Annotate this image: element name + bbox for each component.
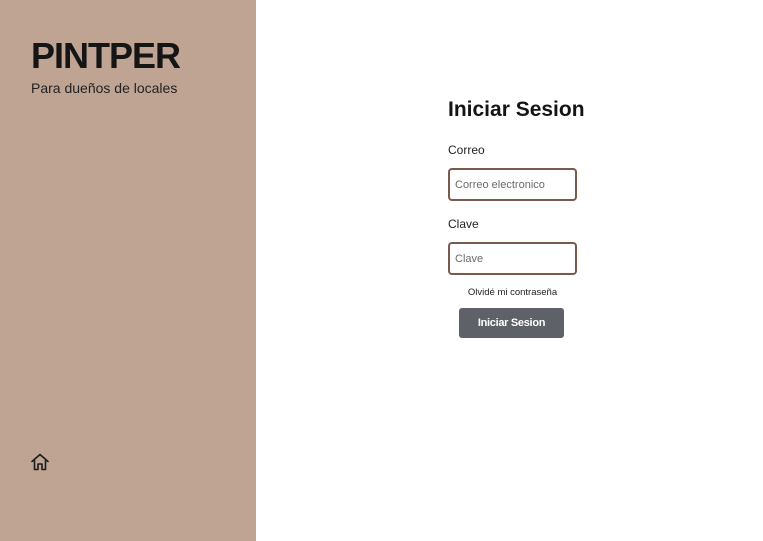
- login-form: Iniciar Sesion Correo Clave Olvidé mi co…: [448, 96, 588, 338]
- password-label: Clave: [448, 217, 479, 231]
- home-icon: [31, 453, 49, 471]
- login-title: Iniciar Sesion: [448, 98, 585, 121]
- app-window: PINTPER Para dueños de locales Iniciar S…: [0, 0, 763, 541]
- email-label: Correo: [448, 143, 485, 157]
- email-field[interactable]: [448, 168, 577, 201]
- password-field[interactable]: [448, 242, 577, 275]
- brand-logo: PINTPER: [31, 35, 181, 76]
- brand-tagline: Para dueños de locales: [31, 80, 178, 96]
- sidebar: PINTPER Para dueños de locales: [0, 0, 256, 541]
- main-panel: Iniciar Sesion Correo Clave Olvidé mi co…: [256, 0, 763, 541]
- login-button[interactable]: Iniciar Sesion: [459, 308, 564, 338]
- forgot-password-link[interactable]: Olvidé mi contraseña: [448, 287, 577, 299]
- home-button[interactable]: [29, 451, 51, 473]
